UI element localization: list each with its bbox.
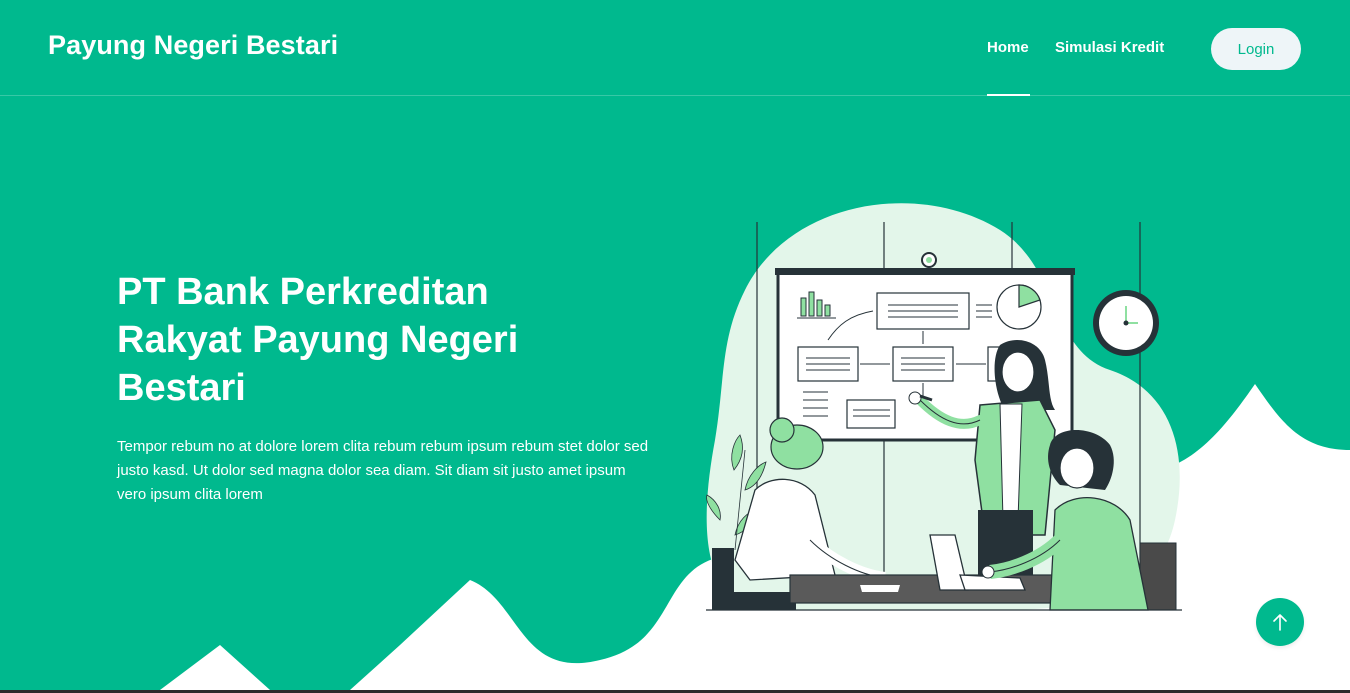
nav-home-link[interactable]: Home <box>987 39 1029 56</box>
hero-title: PT Bank Perkreditan Rakyat Payung Negeri… <box>117 271 519 409</box>
navbar: Payung Negeri Bestari Home Simulasi Kred… <box>0 0 1350 96</box>
nav-simulasi-kredit-link[interactable]: Simulasi Kredit <box>1055 39 1164 56</box>
pie-chart-icon <box>996 284 1042 330</box>
hero-description: Tempor rebum no at dolore lorem clita re… <box>117 438 649 503</box>
nav-active-indicator <box>987 94 1030 96</box>
login-button[interactable]: Login <box>1211 28 1301 70</box>
arrow-up-icon <box>1273 614 1287 631</box>
back-to-top-button[interactable] <box>1256 598 1304 646</box>
brand-name[interactable]: Payung Negeri Bestari <box>48 30 338 61</box>
meeting-illustration <box>706 203 1182 611</box>
page: Payung Negeri Bestari Home Simulasi Kred… <box>0 0 1350 693</box>
clock-icon <box>1093 290 1159 356</box>
meeting-table <box>789 574 1071 604</box>
